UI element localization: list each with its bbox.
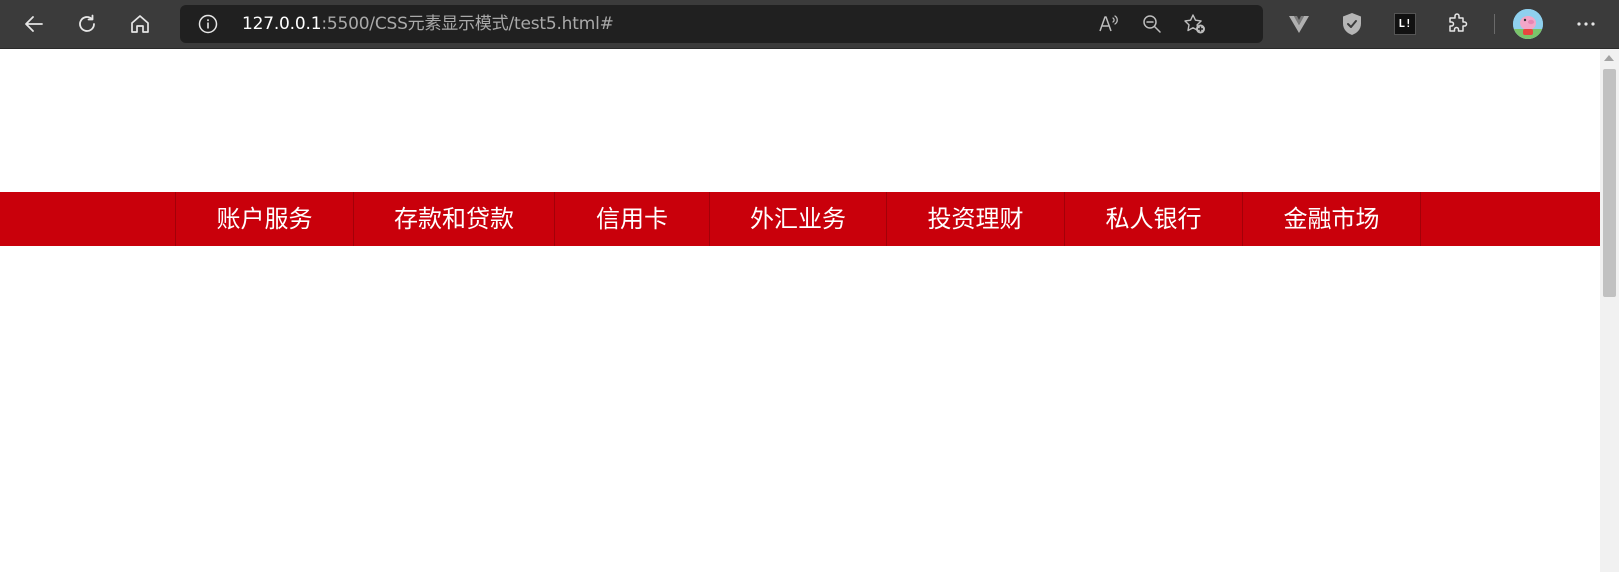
more-menu-button[interactable] <box>1570 8 1602 40</box>
home-button[interactable] <box>124 8 156 40</box>
back-button[interactable] <box>18 8 50 40</box>
vertical-scrollbar[interactable] <box>1600 49 1619 572</box>
main-nav-bar: 账户服务 存款和贷款 信用卡 外汇业务 投资理财 私人银行 金融市场 <box>0 192 1600 246</box>
nav-item-financial-markets[interactable]: 金融市场 <box>1243 192 1421 246</box>
toolbar-separator <box>1494 14 1495 34</box>
nav-item-private-banking[interactable]: 私人银行 <box>1065 192 1243 246</box>
more-menu-icon <box>1577 22 1595 26</box>
add-favorite-icon <box>1184 14 1205 34</box>
nav-item-deposits-loans[interactable]: 存款和贷款 <box>354 192 555 246</box>
nav-item-account-services[interactable]: 账户服务 <box>176 192 354 246</box>
scrollbar-thumb[interactable] <box>1603 69 1616 297</box>
profile-avatar-image <box>1513 9 1543 39</box>
home-icon <box>131 15 149 33</box>
extension-badge-text: L! <box>1398 17 1412 30</box>
page-viewport: 账户服务 存款和贷款 信用卡 外汇业务 投资理财 私人银行 金融市场 <box>0 49 1600 572</box>
url-host: 127.0.0.1 <box>242 14 322 34</box>
extensions-button[interactable] <box>1442 8 1474 40</box>
back-arrow-icon <box>25 16 43 32</box>
browser-toolbar: 127.0.0.1:5500/CSS元素显示模式/test5.html# L! <box>0 0 1619 49</box>
shield-extension[interactable] <box>1336 8 1368 40</box>
nav-item-forex[interactable]: 外汇业务 <box>710 192 887 246</box>
extension-badge-icon: L! <box>1394 13 1416 35</box>
puzzle-icon <box>1449 13 1468 32</box>
profile-avatar[interactable] <box>1513 9 1543 39</box>
zoom-out-icon <box>1143 15 1161 33</box>
shield-icon <box>1343 13 1361 35</box>
extension-badge[interactable]: L! <box>1389 8 1421 40</box>
nav-item-credit-card[interactable]: 信用卡 <box>555 192 710 246</box>
vue-devtools-extension[interactable] <box>1283 8 1315 40</box>
read-aloud-button[interactable] <box>1097 13 1121 35</box>
url-path: :5500/CSS元素显示模式/test5.html# <box>321 14 614 34</box>
main-nav: 账户服务 存款和贷款 信用卡 外汇业务 投资理财 私人银行 金融市场 <box>175 192 1421 246</box>
info-icon[interactable] <box>198 14 218 34</box>
reload-button[interactable] <box>71 8 103 40</box>
scroll-up-arrow-icon[interactable] <box>1604 55 1614 61</box>
url-text[interactable]: 127.0.0.1:5500/CSS元素显示模式/test5.html# <box>242 14 614 34</box>
address-bar[interactable]: 127.0.0.1:5500/CSS元素显示模式/test5.html# <box>180 5 1263 43</box>
reload-icon <box>79 14 95 32</box>
nav-item-investment[interactable]: 投资理财 <box>887 192 1065 246</box>
read-aloud-icon <box>1099 15 1118 32</box>
vue-devtools-icon <box>1289 16 1309 33</box>
zoom-button[interactable] <box>1140 13 1164 35</box>
add-favorite-button[interactable] <box>1183 13 1207 35</box>
